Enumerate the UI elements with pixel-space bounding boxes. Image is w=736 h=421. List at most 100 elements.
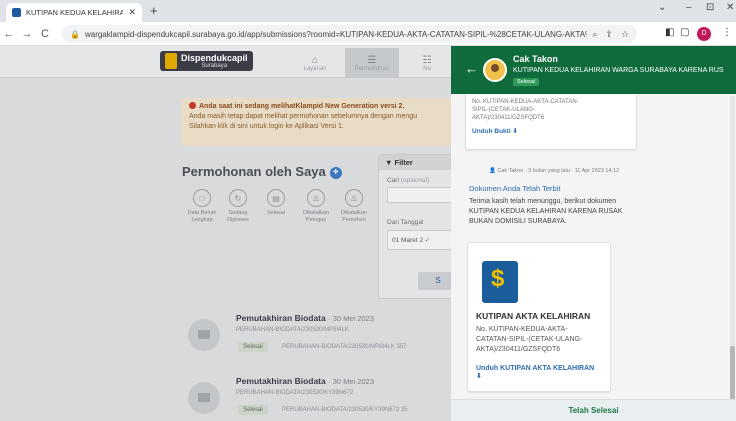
- status-sedang-diproses[interactable]: ↻ Sedang Diproses: [218, 189, 258, 224]
- download-icon: ⬇: [476, 373, 482, 380]
- logo-subtitle: Surabaya: [201, 62, 228, 69]
- tab-search-icon[interactable]: ⌄: [658, 2, 666, 13]
- restore-button[interactable]: ⊡: [706, 2, 714, 13]
- folder-icon: □: [193, 189, 211, 207]
- alert-line-1: Anda saat ini sedang melihatKlampid New …: [199, 103, 405, 110]
- new-tab-button[interactable]: +: [150, 3, 158, 18]
- address-bar-row: ← → C 🔒 wargaklampid-dispendukcapil.sura…: [0, 22, 736, 46]
- share-icon[interactable]: ⇪: [605, 29, 613, 40]
- date-value: 01 Maret 2: [392, 237, 424, 244]
- search-label-text: Cari: [387, 177, 399, 184]
- status-label: Petugas: [305, 217, 327, 223]
- doc-title: KUTIPAN AKTA KELAHIRAN: [476, 311, 591, 321]
- app-logo[interactable]: Dispendukcapil Surabaya: [160, 51, 253, 71]
- nav-notifikasi[interactable]: ☷ No: [402, 48, 452, 78]
- nav-layanan[interactable]: ⌂ Layanan: [288, 48, 342, 78]
- message-meta: 👤 Cak Takon · 3 bulan yang lalu · 11 Apr…: [489, 168, 619, 174]
- agent-avatar: [483, 58, 507, 82]
- tab-title: KUTIPAN KEDUA KELAHIRAN WA: [26, 8, 124, 17]
- status-label: Dibatalkan: [341, 210, 367, 216]
- status-dibatalkan-pemohon[interactable]: ⚠ Dibatalkan Pemohon: [334, 189, 374, 224]
- submission-code: PERUBAHAN-BIODATA/230530/KY39N672: [236, 390, 354, 396]
- nav-label: No: [423, 65, 431, 72]
- status-selesai[interactable]: ▤ Selesai: [256, 189, 296, 217]
- bookmark-star-icon[interactable]: ☆: [621, 29, 629, 40]
- reload-button[interactable]: C: [36, 28, 54, 40]
- image-placeholder-icon: [188, 319, 220, 351]
- status-label: Sedang: [228, 210, 248, 216]
- search-label: Cari (opsional): [387, 177, 429, 184]
- user-icon: 👤: [489, 168, 496, 174]
- status-label: Selesai: [266, 210, 286, 216]
- browser-tab[interactable]: KUTIPAN KEDUA KELAHIRAN WA ✕: [6, 3, 142, 22]
- filter-header: ▼ Filter: [379, 155, 457, 170]
- profile-avatar[interactable]: D: [697, 27, 711, 41]
- search-input[interactable]: [387, 187, 459, 203]
- submission-title: Pemutakhiran Biodata · 30 Mei 2023: [236, 313, 374, 323]
- nav-permohonan[interactable]: ☰ Permohonan: [345, 48, 399, 78]
- download-document-link[interactable]: Unduh KUTIPAN AKTA KELAHIRAN ⬇: [476, 365, 594, 380]
- document-card: KUTIPAN AKTA KELAHIRAN No. KUTIPAN-KEDUA…: [467, 242, 611, 392]
- logo-title: Dispendukcapil: [181, 52, 248, 63]
- forward-button[interactable]: →: [18, 28, 36, 40]
- split-view-icon[interactable]: ▢: [680, 27, 689, 38]
- grid-icon: ☷: [422, 54, 432, 66]
- download-icon: ⬇: [512, 128, 518, 135]
- chat-subject: KUTIPAN KEDUA KELAHIRAN WARGA SURABAYA K…: [513, 67, 724, 74]
- submission-code: PERUBAHAN-BIODATA/230530/KY39N672 35: [282, 407, 408, 413]
- date-from-input[interactable]: 01 Maret 2 ✓: [387, 230, 459, 250]
- download-proof-link[interactable]: Unduh Bukti ⬇: [472, 127, 630, 135]
- date-label: Dari Tanggal: [387, 219, 424, 226]
- warning-icon: ⚠: [307, 189, 325, 207]
- home-icon: ⌂: [311, 54, 319, 66]
- doc-number: No. KUTIPAN-KEDUA-AKTA-: [476, 326, 568, 333]
- meta-text: Cak Takon · 3 bulan yang lalu · 11 Apr 2…: [497, 168, 620, 174]
- logo-emblem-icon: [165, 53, 177, 69]
- submission-item[interactable]: Pemutakhiran Biodata · 30 Mei 2023 PERUB…: [182, 311, 447, 359]
- submission-date: · 30 Mei 2023: [328, 377, 374, 386]
- close-window-button[interactable]: ✕: [726, 2, 734, 13]
- back-button[interactable]: ←: [0, 28, 18, 40]
- refresh-icon: ↻: [229, 189, 247, 207]
- browser-tab-bar: KUTIPAN KEDUA KELAHIRAN WA ✕ + ⌄ – ⊡ ✕: [0, 0, 736, 22]
- status-label: Dibatalkan: [303, 210, 329, 216]
- status-dibatalkan-petugas[interactable]: ⚠ Dibatalkan Petugas: [296, 189, 336, 224]
- surabaya-emblem-icon: [482, 261, 518, 303]
- doc-number: No. KUTIPAN-KEDUA-AKTA-CATATAN-: [472, 99, 579, 105]
- add-submission-icon[interactable]: +: [329, 167, 342, 179]
- status-label: Lengkap: [191, 217, 213, 223]
- submission-code: PERUBAHAN-BIODATA/230530/MP8I4LK 357: [282, 344, 407, 350]
- scrollbar-thumb[interactable]: [730, 346, 735, 406]
- status-label: Pemohon: [342, 217, 366, 223]
- status-label: Data Belum: [187, 210, 217, 216]
- back-arrow-icon[interactable]: ←: [465, 61, 478, 76]
- minimize-button[interactable]: –: [686, 2, 692, 13]
- chat-header: ← Cak Takon KUTIPAN KEDUA KELAHIRAN WARG…: [451, 46, 736, 94]
- url-bar[interactable]: 🔒 wargaklampid-dispendukcapil.surabaya.g…: [62, 25, 637, 43]
- site-favicon-icon: [12, 8, 21, 17]
- url-text: wargaklampid-dispendukcapil.surabaya.go.…: [84, 29, 587, 39]
- submission-date: · 30 Mei 2023: [328, 314, 374, 323]
- image-placeholder-icon: [188, 382, 220, 414]
- nav-label: Layanan: [303, 65, 327, 72]
- version-alert: Anda saat ini sedang melihatKlampid New …: [181, 98, 461, 146]
- status-badge: Selesai: [513, 78, 540, 86]
- check-icon: ✓: [424, 237, 431, 244]
- section-title: Permohonan oleh Saya +: [182, 164, 342, 179]
- previous-document-card: No. KUTIPAN-KEDUA-AKTA-CATATAN- SIPIL-(C…: [465, 94, 637, 150]
- chat-panel: ← Cak Takon KUTIPAN KEDUA KELAHIRAN WARG…: [451, 46, 736, 421]
- status-data-belum-lengkap[interactable]: □ Data Belum Lengkap: [182, 189, 222, 224]
- zoom-icon[interactable]: ⌕: [592, 29, 597, 40]
- alert-login-link[interactable]: Silahkan klik di sini untuk login ke Apl…: [189, 122, 453, 132]
- close-tab-icon[interactable]: ✕: [128, 7, 136, 18]
- submission-item[interactable]: Pemutakhiran Biodata · 30 Mei 2023 PERUB…: [182, 374, 447, 421]
- browser-menu-icon[interactable]: ⋮: [722, 27, 732, 38]
- chat-scrollbar[interactable]: [730, 96, 735, 414]
- message-title: Dokumen Anda Telah Terbit: [469, 184, 561, 193]
- extension-icon[interactable]: ◧: [665, 27, 674, 38]
- doc-number: AKTA)/230411/GZSFQDT6: [476, 346, 561, 353]
- filter-title: Filter: [394, 158, 413, 167]
- download-label: Unduh KUTIPAN AKTA KELAHIRAN: [476, 365, 595, 372]
- status-label: Diproses: [227, 217, 249, 223]
- status-badge: Selesai: [238, 342, 268, 352]
